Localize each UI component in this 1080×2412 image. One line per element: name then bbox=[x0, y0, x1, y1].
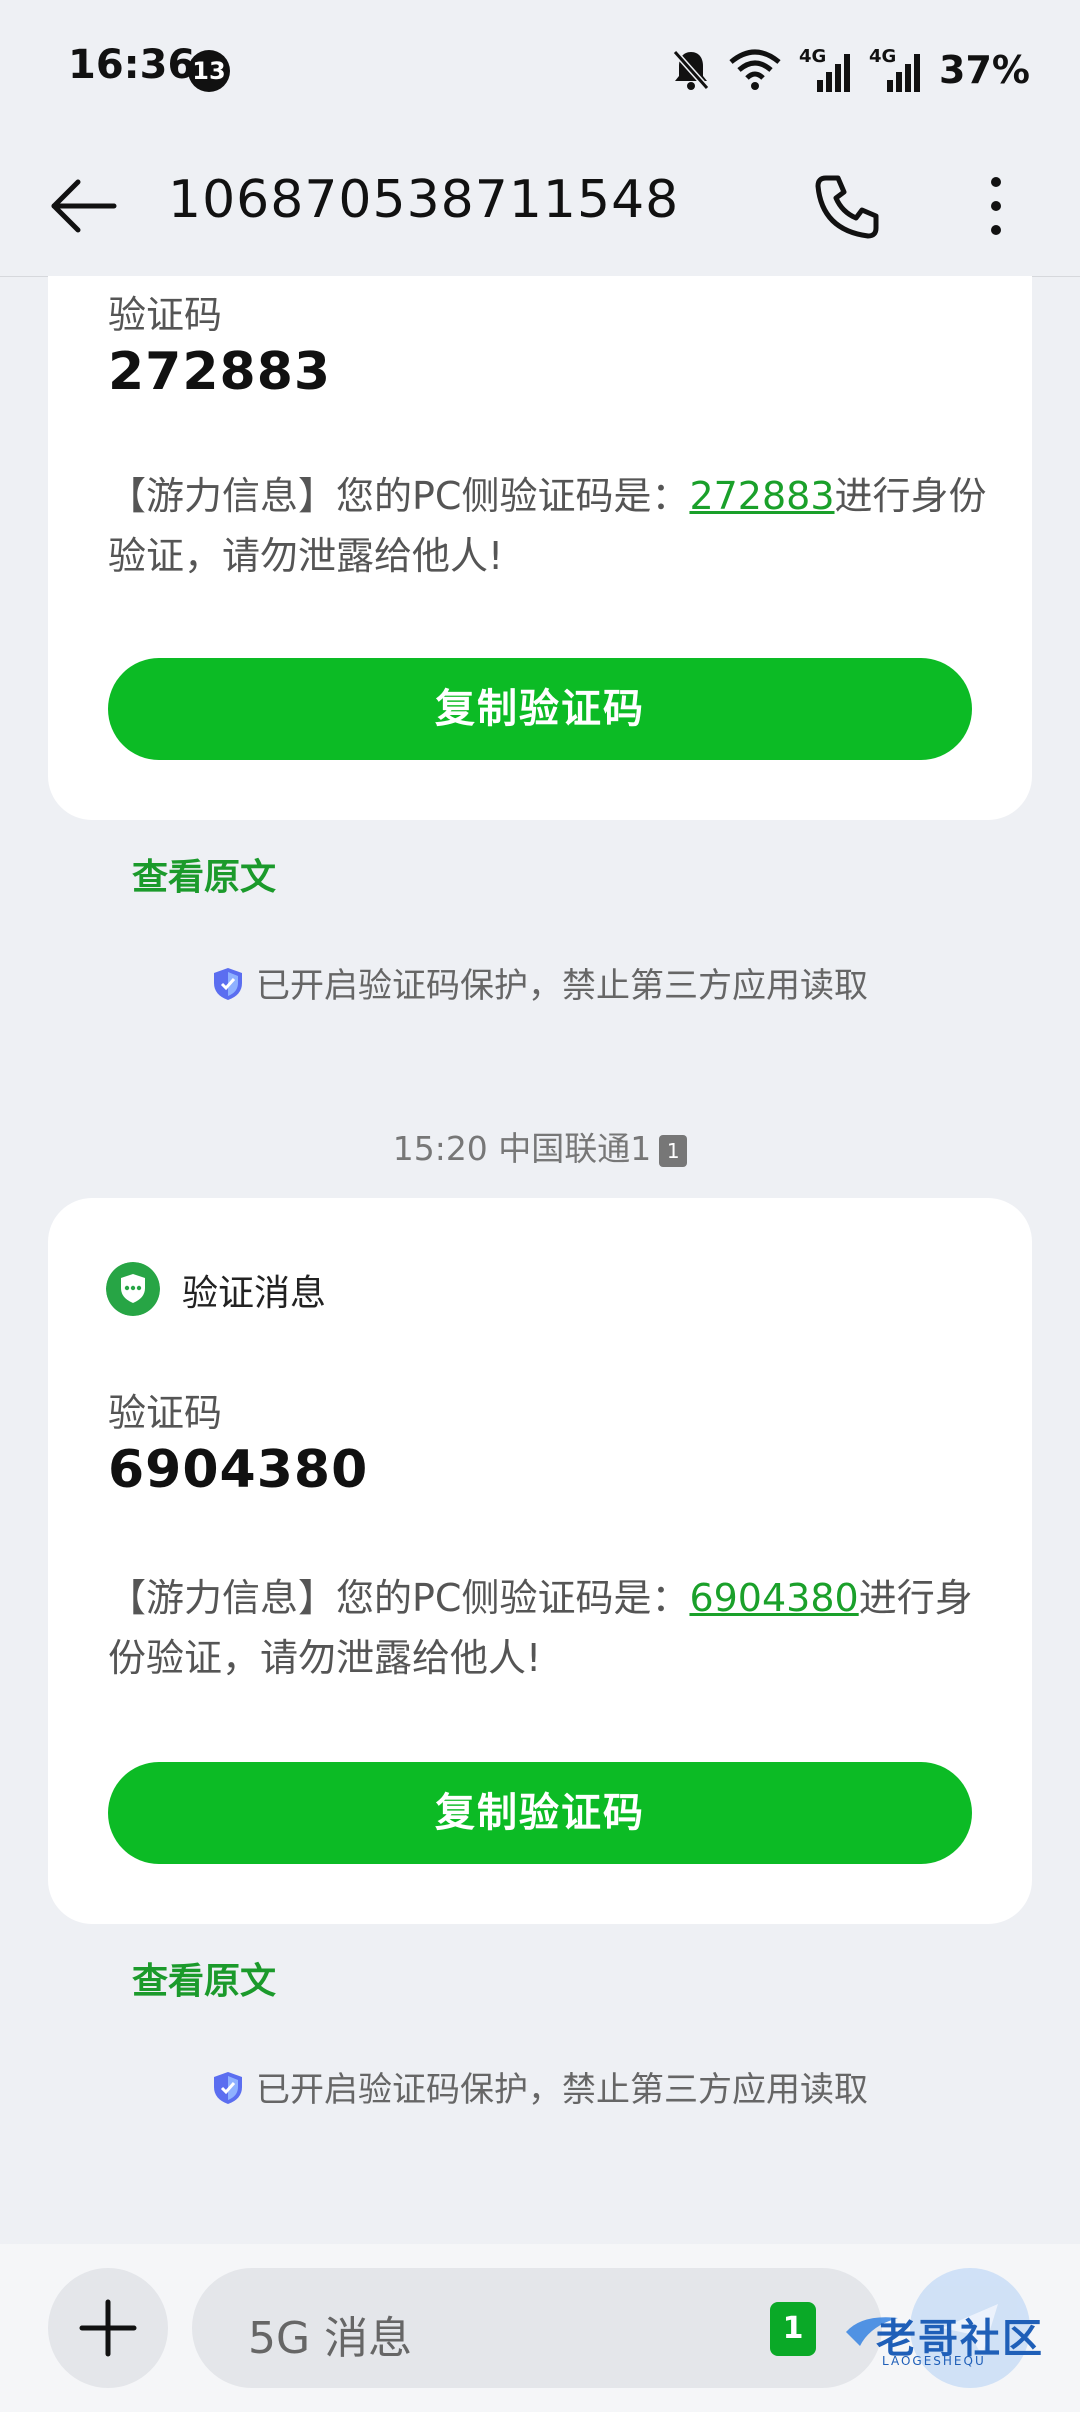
message-card: 验证码 272883 【游力信息】您的PC侧验证码是：272883进行身份验证，… bbox=[48, 276, 1032, 820]
protection-notice: 已开启验证码保护，禁止第三方应用读取 bbox=[0, 958, 1080, 1007]
sim-selector[interactable]: 1 bbox=[770, 2302, 816, 2356]
signal-icon-2: 4G bbox=[869, 46, 921, 94]
timestamp-text: 15:20 中国联通1 bbox=[392, 1129, 652, 1168]
status-bar: 16:36 13 4G 4G 37% bbox=[0, 0, 1080, 140]
message-body: 【游力信息】您的PC侧验证码是：272883进行身份验证，请勿泄露给他人! bbox=[108, 466, 988, 586]
view-original-link[interactable]: 查看原文 bbox=[132, 1952, 276, 2004]
status-icons: 4G 4G 37% bbox=[671, 40, 1030, 100]
signal-icon: 4G bbox=[799, 46, 851, 94]
message-body-prefix: 【游力信息】您的PC侧验证码是： bbox=[108, 474, 690, 518]
view-original-link[interactable]: 查看原文 bbox=[132, 848, 276, 900]
back-arrow-icon[interactable] bbox=[48, 170, 120, 242]
copy-code-button[interactable]: 复制验证码 bbox=[108, 658, 972, 760]
chat-shield-icon bbox=[106, 1262, 160, 1316]
battery-percent: 37% bbox=[939, 48, 1030, 92]
code-value: 6904380 bbox=[108, 1440, 369, 1500]
code-label: 验证码 bbox=[108, 1391, 223, 1435]
watermark-logo: 老哥社区 LAOGESHEQU bbox=[842, 2304, 1068, 2374]
message-input[interactable]: 5G 消息 1 bbox=[192, 2268, 882, 2388]
code-link[interactable]: 6904380 bbox=[689, 1576, 858, 1620]
code-value: 272883 bbox=[108, 342, 332, 402]
message-body: 【游力信息】您的PC侧验证码是：6904380进行身份验证，请勿泄露给他人! bbox=[108, 1568, 988, 1688]
protection-notice: 已开启验证码保护，禁止第三方应用读取 bbox=[0, 2062, 1080, 2111]
shield-check-icon bbox=[214, 2072, 242, 2104]
bell-off-icon bbox=[672, 50, 710, 90]
composer-bar: 5G 消息 1 老哥社区 LAOGESHEQU bbox=[0, 2244, 1080, 2412]
code-label: 验证码 bbox=[108, 293, 223, 337]
notification-count-badge: 13 bbox=[188, 50, 230, 92]
input-placeholder: 5G 消息 bbox=[248, 2313, 413, 2364]
shield-check-icon bbox=[214, 968, 242, 1000]
copy-code-button[interactable]: 复制验证码 bbox=[108, 1762, 972, 1864]
contact-number: 106870538711548 bbox=[168, 170, 680, 230]
card-header-title: 验证消息 bbox=[182, 1273, 327, 1314]
more-vert-icon[interactable] bbox=[960, 170, 1032, 242]
code-link[interactable]: 272883 bbox=[689, 474, 834, 518]
protection-text: 已开启验证码保护，禁止第三方应用读取 bbox=[256, 2070, 868, 2110]
message-body-prefix: 【游力信息】您的PC侧验证码是： bbox=[108, 1576, 690, 1620]
app-bar: 106870538711548 bbox=[0, 140, 1080, 277]
wifi-icon bbox=[729, 49, 781, 90]
protection-text: 已开启验证码保护，禁止第三方应用读取 bbox=[256, 966, 868, 1006]
add-attachment-button[interactable] bbox=[48, 2268, 168, 2388]
phone-icon[interactable] bbox=[812, 170, 884, 242]
status-time: 16:36 bbox=[68, 42, 196, 88]
message-timestamp: 15:20 中国联通1 1 bbox=[0, 1122, 1080, 1170]
message-card: 验证消息 验证码 6904380 【游力信息】您的PC侧验证码是：6904380… bbox=[48, 1198, 1032, 1924]
sim-slot-badge: 1 bbox=[659, 1135, 688, 1167]
watermark-subtext: LAOGESHEQU bbox=[882, 2354, 986, 2368]
plus-icon bbox=[79, 2299, 137, 2357]
